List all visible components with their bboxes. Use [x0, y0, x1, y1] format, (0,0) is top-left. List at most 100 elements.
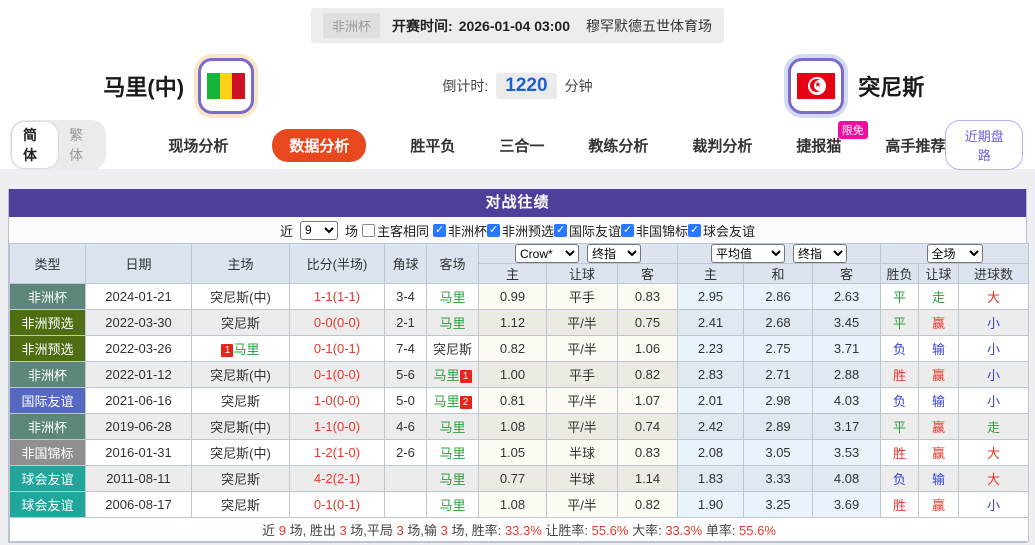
handicap-odds: 0.99	[478, 283, 547, 310]
nav-tab-教练分析[interactable]: 教练分析	[588, 135, 648, 156]
away-team-name: 突尼斯	[858, 75, 925, 100]
countdown: 倒计时: 1220 分钟	[358, 73, 678, 99]
h2h-row: 非洲预选 2022-03-30 突尼斯 0-0(0-0) 2-1 马里 1.12 平/半 0.7…	[9, 309, 1030, 336]
limited-free-badge: 限免	[837, 120, 868, 139]
handicap-source-select[interactable]: Crow*	[515, 244, 579, 263]
home-cell: 突尼斯	[191, 309, 290, 336]
europe-odds: 2.83	[677, 361, 745, 388]
halftime-score: (0-0)	[332, 315, 361, 330]
league-checkbox[interactable]	[432, 223, 446, 237]
nav-tab-数据分析[interactable]: 数据分析	[272, 128, 367, 162]
home-cell: 突尼斯(中)	[191, 361, 290, 388]
fulltime-score: 0-1	[313, 497, 333, 512]
handicap-kind-select[interactable]: 终指	[587, 244, 641, 263]
corner-cell: 3-4	[384, 283, 427, 310]
nav-tab-捷报猫[interactable]: 捷报猫 限免	[796, 120, 868, 156]
fulltime-score: 1-0	[313, 393, 333, 408]
recent-odds-button[interactable]: 近期盘路	[945, 120, 1023, 170]
league-chip: 非洲杯	[323, 13, 381, 38]
home-team-flag-icon[interactable]	[198, 58, 255, 114]
europe-odds: 3.71	[812, 335, 882, 362]
summary-segment: 3	[396, 523, 404, 538]
handicap-odds: 1.08	[478, 491, 547, 518]
match-date: 2022-03-30	[85, 309, 192, 336]
col-europe-draw: 和	[743, 263, 814, 284]
league-filter-非国锦标[interactable]: 非国锦标	[621, 221, 688, 240]
fulltime-score: 1-2	[313, 445, 333, 460]
league-filter-非洲预选[interactable]: 非洲预选	[487, 221, 554, 240]
nav-tab-三合一[interactable]: 三合一	[499, 135, 544, 156]
summary-segment: 9	[278, 523, 286, 538]
match-type: 非洲预选	[9, 335, 86, 362]
teams-row: 马里(中) 倒计时: 1220 分钟 ★ 突尼斯	[0, 45, 1035, 127]
league-checkbox[interactable]	[554, 223, 568, 237]
team-label: 马里	[233, 342, 260, 357]
col-handicap-away: 客	[616, 263, 679, 284]
europe-kind-select[interactable]: 终指	[793, 244, 848, 263]
home-cell: 1 马里	[191, 335, 290, 362]
away-team-flag-icon[interactable]: ★	[788, 58, 845, 114]
match-type: 非洲预选	[9, 309, 86, 336]
h2h-row: 非洲杯 2022-01-12 突尼斯(中) 0-1(0-0) 5-6 马里 1 1.00 平手 0…	[9, 361, 1030, 388]
team-label: 突尼斯	[220, 472, 260, 487]
lang-traditional[interactable]: 繁体	[58, 122, 104, 168]
handicap-odds: 1.05	[478, 439, 547, 466]
outcome-cell: 赢	[918, 439, 960, 466]
europe-source-select[interactable]: 平均值	[711, 244, 786, 263]
same-venue-checkbox-label[interactable]: 主客相同	[361, 221, 429, 240]
tunisia-flag-icon: ★	[797, 73, 836, 99]
team-label: 马里	[433, 368, 460, 383]
outcome-cell: 平	[880, 413, 920, 440]
same-venue-checkbox[interactable]	[361, 223, 375, 237]
h2h-row: 非洲杯 2024-01-21 突尼斯(中) 1-1(1-1) 3-4 马里 0.99 平手 0.…	[9, 283, 1030, 310]
europe-odds: 1.90	[677, 491, 745, 518]
league-checkbox[interactable]	[487, 223, 500, 237]
h2h-row: 非国锦标 2016-01-31 突尼斯(中) 1-2(1-0) 2-6 马里 1.05 半球 0…	[9, 439, 1030, 466]
europe-odds: 3.05	[743, 439, 814, 466]
league-checkbox[interactable]	[688, 223, 702, 237]
handicap-odds: 0.83	[616, 439, 679, 466]
outcome-cell: 小	[958, 309, 1030, 336]
halftime-score: (2-1)	[332, 471, 361, 486]
score-cell: 1-1(0-0)	[289, 413, 385, 440]
score-cell: 4-2(2-1)	[289, 465, 385, 492]
nav-tab-裁判分析[interactable]: 裁判分析	[692, 135, 752, 156]
corner-cell	[384, 465, 427, 492]
col-result: 胜负	[880, 263, 920, 284]
red-card-badge: 1	[221, 344, 234, 357]
summary-segment: 大率:	[628, 523, 666, 538]
outcome-cell: 赢	[918, 491, 960, 518]
summary-segment: 让胜率:	[541, 523, 592, 538]
league-filter-球会友谊[interactable]: 球会友谊	[688, 221, 755, 240]
summary-segment: 55.6%	[739, 523, 776, 538]
match-date: 2022-01-12	[85, 361, 192, 388]
league-checkbox[interactable]	[621, 223, 635, 237]
league-checkbox-label: 非洲预选	[502, 223, 555, 239]
red-card-badge: 2	[459, 396, 472, 409]
countdown-label: 倒计时:	[442, 78, 489, 94]
corner-cell	[384, 491, 427, 518]
scope-select[interactable]: 全场	[926, 244, 983, 263]
halftime-score: (1-0)	[332, 445, 361, 460]
kickoff-time: 2026-01-04 03:00	[458, 17, 570, 34]
col-corner: 角球	[384, 243, 427, 284]
handicap-odds: 1.07	[616, 387, 679, 414]
away-cell: 马里	[426, 413, 479, 440]
europe-odds: 2.71	[743, 361, 814, 388]
score-cell: 0-1(0-0)	[289, 361, 385, 388]
nav-tab-胜平负[interactable]: 胜平负	[410, 135, 455, 156]
handicap-odds: 0.82	[616, 491, 679, 518]
league-filter-非洲杯[interactable]: 非洲杯	[432, 221, 487, 240]
nav-tab-现场分析[interactable]: 现场分析	[168, 135, 228, 156]
corner-cell: 5-0	[384, 387, 427, 414]
lang-simplified[interactable]: 简体	[12, 122, 59, 168]
home-team: 马里(中)	[0, 58, 358, 114]
europe-odds: 3.33	[743, 465, 814, 492]
match-count-select[interactable]: 9	[299, 220, 338, 240]
away-cell: 突尼斯	[426, 335, 479, 362]
outcome-cell: 大	[958, 465, 1030, 492]
outcome-cell: 小	[958, 491, 1030, 518]
away-cell: 马里	[426, 439, 479, 466]
nav-tab-高手推荐[interactable]: 高手推荐	[885, 135, 945, 156]
league-filter-国际友谊[interactable]: 国际友谊	[554, 221, 621, 240]
